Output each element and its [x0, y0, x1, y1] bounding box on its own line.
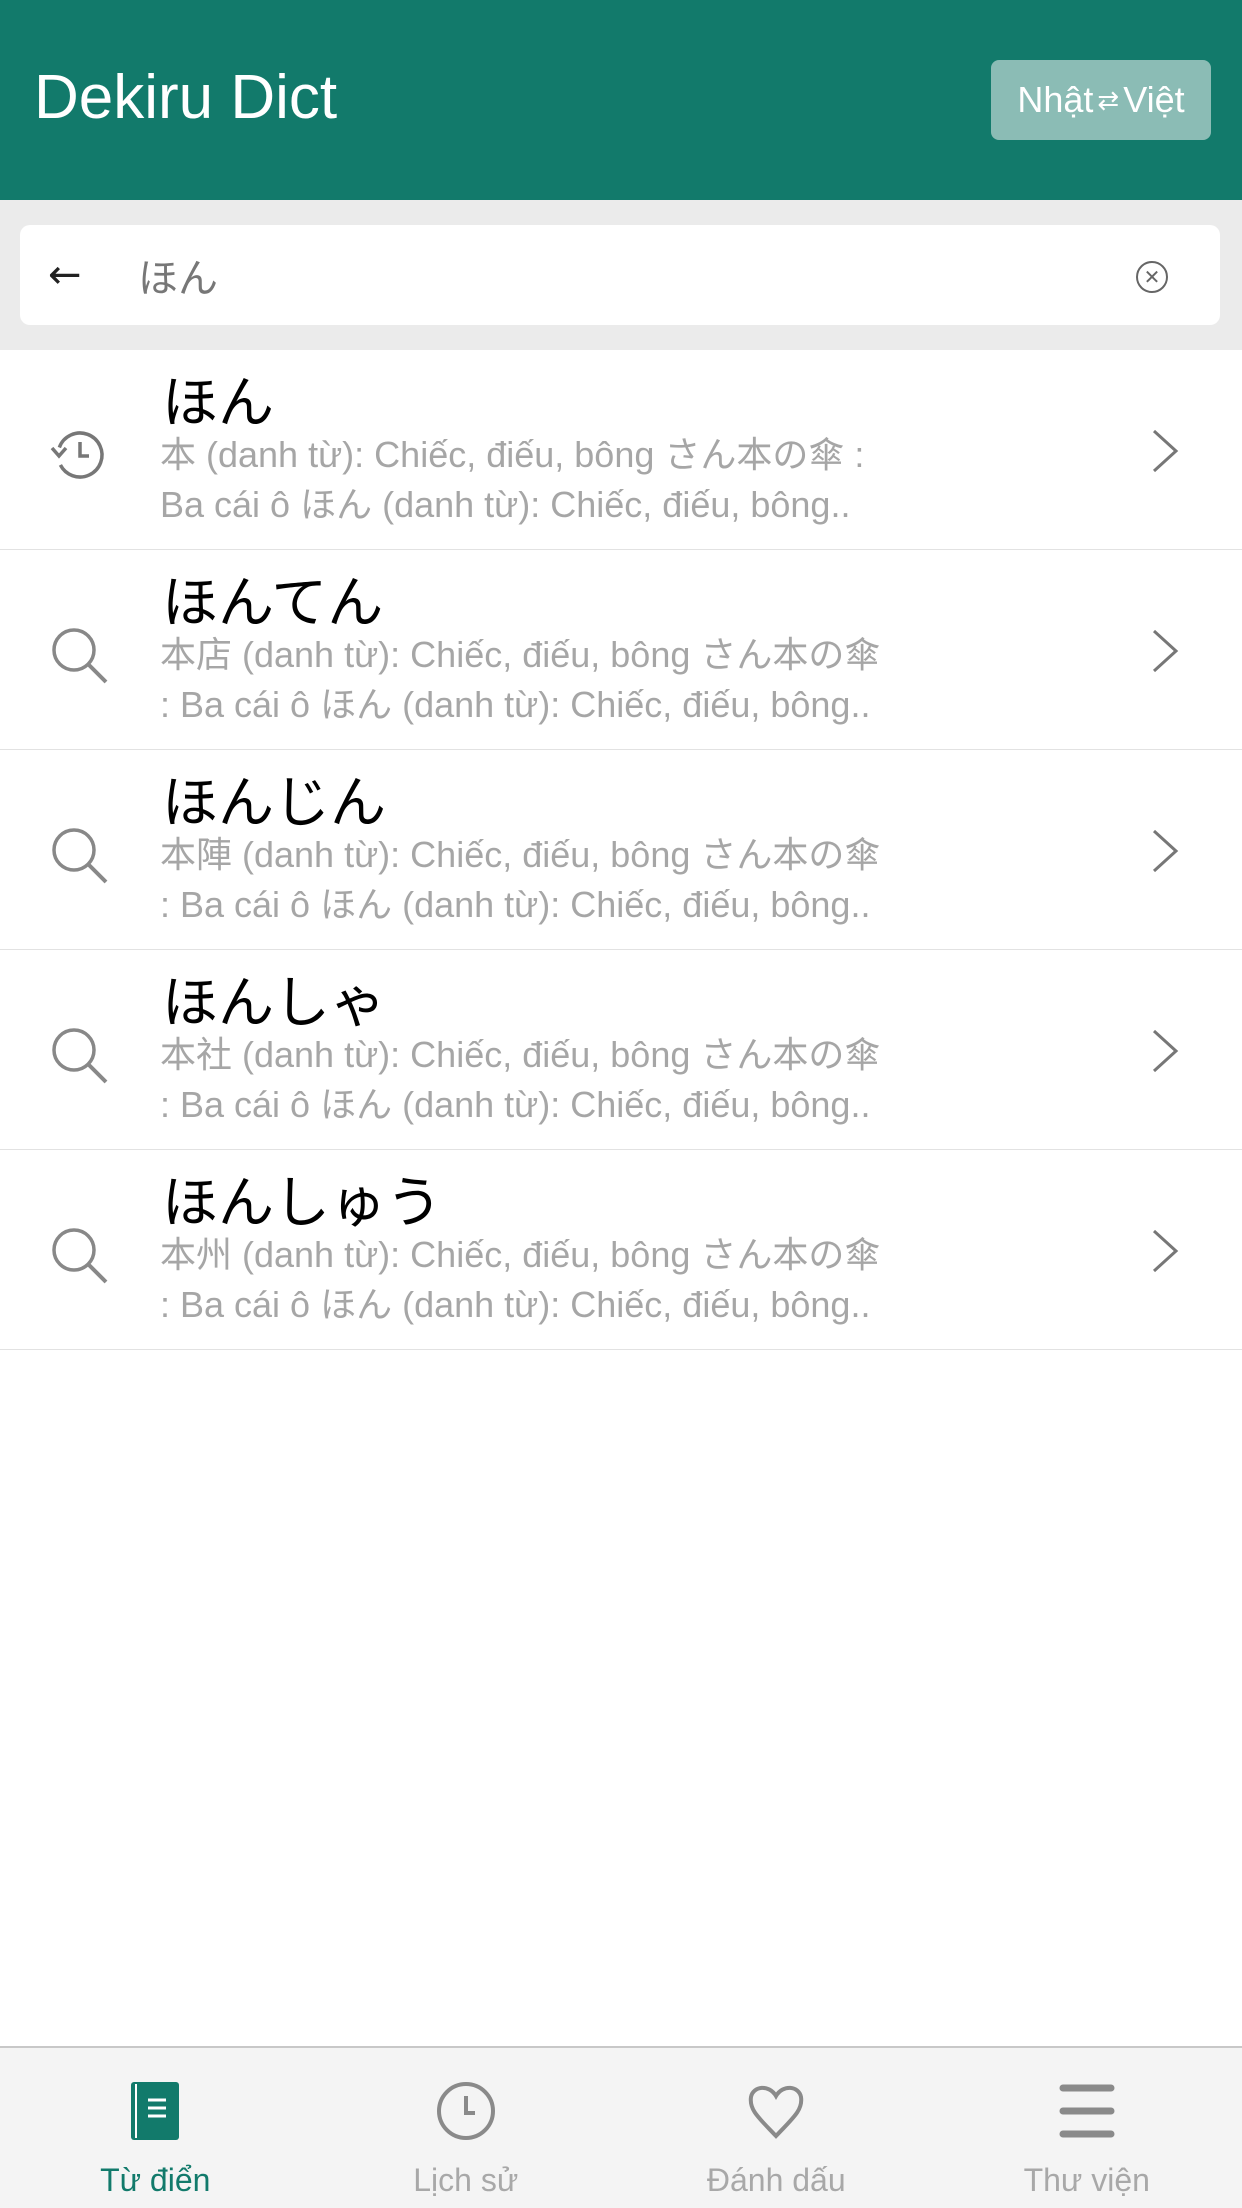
chevron-right-icon [1152, 829, 1179, 873]
list-item[interactable]: ほんしゃ 本社 (danh từ): Chiếc, điếu, bông さん本… [0, 950, 1242, 1150]
tab-dictionary[interactable]: Từ điển [0, 2048, 311, 2208]
result-gloss: 本社 (danh từ): Chiếc, điếu, bông さん本の傘 : … [160, 1034, 881, 1125]
search-icon [52, 828, 108, 884]
search-icon [52, 628, 108, 684]
tab-library[interactable]: Thư viện [932, 2048, 1242, 2208]
chevron-right-icon [1152, 1229, 1179, 1273]
list-item[interactable]: ほんじん 本陣 (danh từ): Chiếc, điếu, bông さん本… [0, 750, 1242, 950]
lang-to: Việt [1123, 79, 1185, 120]
tab-label: Lịch sử [413, 2162, 519, 2198]
result-gloss: 本陣 (danh từ): Chiếc, điếu, bông さん本の傘 : … [160, 834, 881, 925]
result-word: ほんじん [162, 771, 386, 836]
result-gloss: 本店 (danh từ): Chiếc, điếu, bông さん本の傘 : … [160, 634, 881, 725]
swap-arrows-icon: ⇄ [1097, 84, 1120, 115]
result-word: ほん [162, 371, 274, 436]
search-icon [52, 1228, 108, 1284]
book-icon [131, 2082, 180, 2140]
result-gloss: 本州 (danh từ): Chiếc, điếu, bông さん本の傘 : … [160, 1234, 881, 1325]
chevron-right-icon [1152, 629, 1179, 673]
app-header: Dekiru Dict Nhật ⇄ Việt [0, 0, 1242, 200]
tab-label: Từ điển [100, 2162, 211, 2198]
chevron-right-icon [1152, 1029, 1179, 1073]
result-word: ほんしゅう [162, 1171, 442, 1236]
chevron-right-icon [1152, 429, 1179, 473]
clock-icon [436, 2082, 495, 2140]
search-icon [52, 1028, 108, 1084]
list-item[interactable]: ほんてん 本店 (danh từ): Chiếc, điếu, bông さん本… [0, 550, 1242, 750]
menu-icon [1059, 2084, 1115, 2138]
lang-from: Nhật [1017, 79, 1094, 120]
result-word: ほんしゃ [162, 971, 386, 1036]
tab-label: Thư viện [1023, 2162, 1150, 2198]
tab-history[interactable]: Lịch sử [311, 2048, 622, 2208]
list-item[interactable]: ほん 本 (danh từ): Chiếc, điếu, bông さん本の傘 … [0, 350, 1242, 550]
result-word: ほんてん [162, 571, 384, 636]
app-title: Dekiru Dict [34, 63, 338, 132]
history-icon [50, 431, 104, 479]
heart-icon [749, 2085, 804, 2139]
tab-label: Đánh dấu [706, 2162, 846, 2198]
search-input[interactable] [138, 245, 1038, 305]
list-item[interactable]: ほんしゅう 本州 (danh từ): Chiếc, điếu, bông さん… [0, 1150, 1242, 1350]
bottom-tab-bar: Từ điển Lịch sử Đánh dấu Thư viện [0, 2046, 1242, 2208]
results-list: ほん 本 (danh từ): Chiếc, điếu, bông さん本の傘 … [0, 350, 1242, 1350]
tab-bookmarks[interactable]: Đánh dấu [621, 2048, 932, 2208]
language-toggle-button[interactable]: Nhật ⇄ Việt [991, 60, 1211, 140]
search-area: ← ✕ [0, 200, 1242, 350]
search-bar: ← ✕ [20, 225, 1220, 325]
arrow-left-icon[interactable]: ← [48, 255, 82, 295]
result-gloss: 本 (danh từ): Chiếc, điếu, bông さん本の傘 : B… [160, 434, 865, 525]
clear-circle-icon[interactable]: ✕ [1136, 261, 1168, 293]
